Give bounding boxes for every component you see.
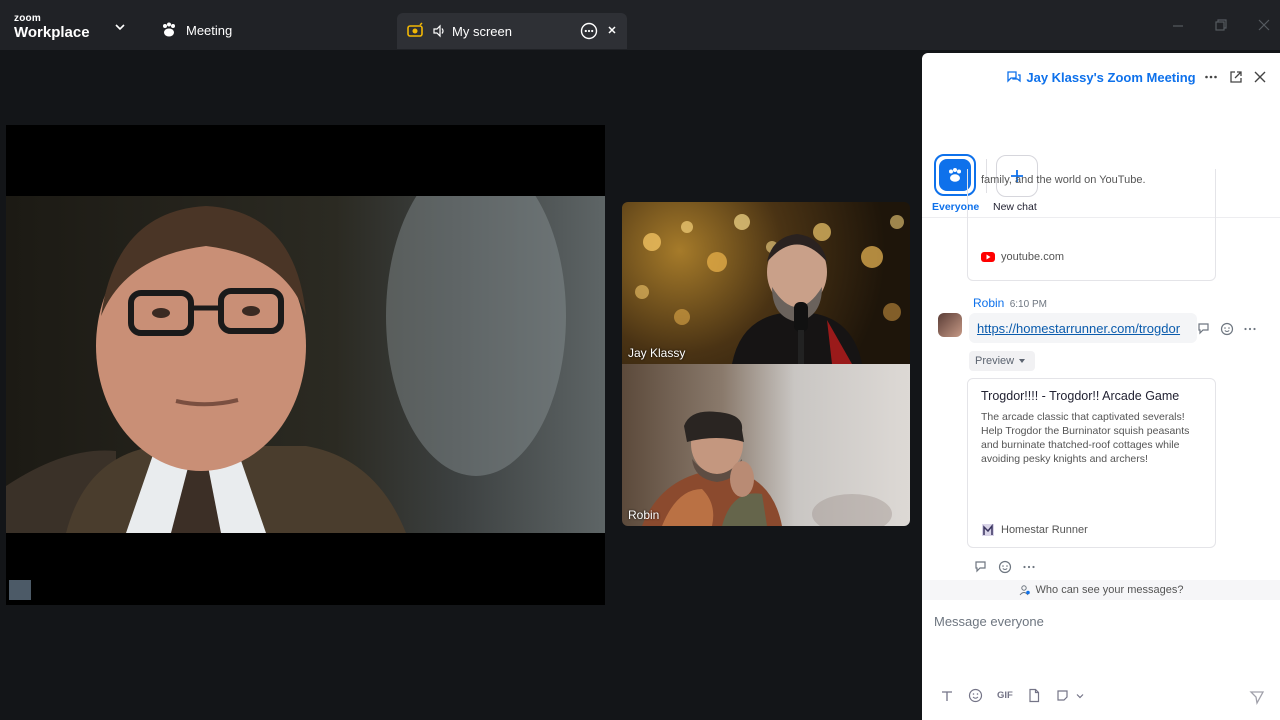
youtube-icon xyxy=(981,251,995,263)
reply-icon[interactable] xyxy=(974,559,989,574)
title-bar: zoom Workplace Meeting My screen xyxy=(0,0,1280,50)
people-icon xyxy=(1019,584,1031,596)
tab-meeting[interactable]: Meeting xyxy=(160,18,232,42)
chat-header: Jay Klassy's Zoom Meeting xyxy=(922,53,1280,101)
restore-icon[interactable] xyxy=(1214,18,1228,32)
caret-down-icon xyxy=(1018,358,1026,364)
file-icon[interactable] xyxy=(1027,688,1041,703)
chat-title: Jay Klassy's Zoom Meeting xyxy=(1026,69,1196,85)
composer: GIF xyxy=(922,602,1280,720)
chat-panel: Jay Klassy's Zoom Meeting Everyone New c… xyxy=(922,53,1280,720)
minimize-icon[interactable] xyxy=(1171,18,1185,32)
composer-toolbar: GIF xyxy=(940,688,1084,703)
shared-video-frame xyxy=(6,196,605,533)
tab-my-screen-label: My screen xyxy=(452,23,512,39)
emoji-icon[interactable] xyxy=(968,688,983,703)
link-preview-card[interactable]: Trogdor!!!! - Trogdor!! Arcade Game The … xyxy=(967,378,1216,548)
message-more-icon[interactable] xyxy=(1243,322,1257,336)
speaker-icon xyxy=(432,24,446,38)
chevron-down-icon[interactable] xyxy=(114,22,126,32)
message-actions xyxy=(1197,321,1257,336)
logo-zoom-text: zoom xyxy=(14,13,41,24)
site-favicon-icon xyxy=(981,523,995,537)
paw-icon xyxy=(160,21,178,39)
chat-more-icon[interactable] xyxy=(1204,70,1218,84)
message-link[interactable]: https://homestarrunner.com/trogdor xyxy=(969,313,1197,343)
tab-meeting-label: Meeting xyxy=(186,22,233,38)
chat-bubbles-icon xyxy=(1006,69,1022,85)
link-preview-source: youtube.com xyxy=(981,251,1064,263)
tab-my-screen[interactable]: My screen xyxy=(397,13,627,49)
gif-button[interactable]: GIF xyxy=(997,690,1013,701)
link-preview-description: The arcade classic that captivated sever… xyxy=(981,411,1190,465)
add-reaction-icon[interactable] xyxy=(998,559,1013,574)
message-meta: Robin 6:10 PM xyxy=(973,296,1047,310)
message-list[interactable]: family, and the world on YouTube. youtub… xyxy=(922,169,1280,579)
video-tile-jay-klassy[interactable]: Jay Klassy xyxy=(622,202,910,364)
logo-workplace-text: Workplace xyxy=(14,24,90,41)
pop-out-icon[interactable] xyxy=(1229,70,1243,84)
preview-toggle[interactable]: Preview xyxy=(969,351,1035,371)
preview-toggle-label: Preview xyxy=(975,355,1015,367)
link-preview-description: family, and the world on YouTube. xyxy=(981,174,1146,186)
screenshot-icon[interactable] xyxy=(1055,688,1070,703)
send-icon[interactable] xyxy=(1249,689,1265,705)
reply-icon[interactable] xyxy=(1197,321,1212,336)
participant-name: Robin xyxy=(628,508,660,522)
link-preview-source-label: youtube.com xyxy=(1001,251,1064,263)
more-options-icon[interactable] xyxy=(580,22,598,40)
link-preview-card[interactable]: family, and the world on YouTube. youtub… xyxy=(967,169,1216,281)
privacy-note-label: Who can see your messages? xyxy=(1035,584,1184,596)
shared-screen[interactable] xyxy=(6,125,605,605)
message-actions xyxy=(974,559,1036,574)
video-tile-robin[interactable]: Robin xyxy=(622,364,910,526)
add-reaction-icon[interactable] xyxy=(1220,321,1235,336)
screen-thumbnail[interactable] xyxy=(9,580,31,600)
participant-name: Jay Klassy xyxy=(628,346,686,360)
window-close-icon[interactable] xyxy=(1257,18,1271,32)
link-preview-title: Trogdor!!!! - Trogdor!! Arcade Game xyxy=(981,389,1180,403)
close-tab-icon[interactable] xyxy=(606,24,618,36)
close-chat-icon[interactable] xyxy=(1253,70,1267,84)
message-time: 6:10 PM xyxy=(1009,299,1047,310)
message-input[interactable] xyxy=(934,608,1264,634)
link-preview-source-label: Homestar Runner xyxy=(1001,524,1088,536)
message-more-icon[interactable] xyxy=(1022,560,1036,574)
chevron-down-icon[interactable] xyxy=(1076,692,1084,700)
app-logo[interactable]: zoom Workplace xyxy=(14,13,90,41)
avatar[interactable] xyxy=(938,313,962,337)
sender-name[interactable]: Robin xyxy=(973,296,1004,310)
text-format-icon[interactable] xyxy=(940,689,954,703)
link-preview-source: Homestar Runner xyxy=(981,523,1088,537)
screen-share-icon xyxy=(406,22,424,40)
privacy-note[interactable]: Who can see your messages? xyxy=(922,580,1280,600)
